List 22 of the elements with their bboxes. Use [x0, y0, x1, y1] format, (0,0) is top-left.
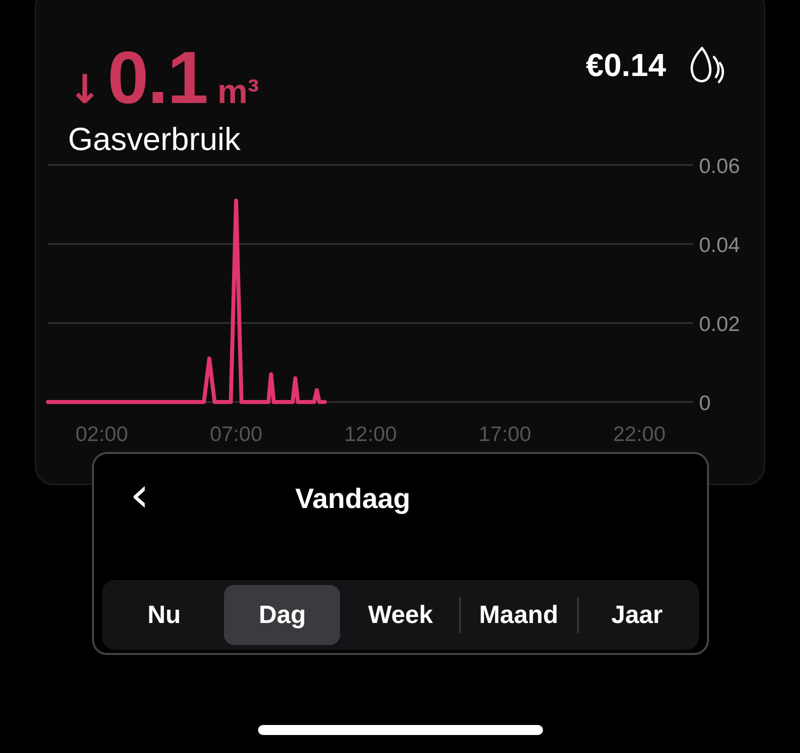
period-tab[interactable]: Nu [106, 585, 222, 645]
period-tab[interactable]: Week [342, 585, 459, 645]
axis-label: 0.04 [699, 234, 740, 257]
axis-label: 22:00 [612, 423, 666, 446]
axis-label: 12:00 [344, 423, 397, 446]
period-tab[interactable]: Dag [224, 585, 340, 645]
axis-label: 0 [699, 392, 711, 415]
period-tab[interactable]: Jaar [578, 585, 696, 645]
usage-unit: m³ [217, 75, 259, 109]
home-indicator[interactable] [258, 725, 543, 735]
trend-arrow: ↓ [68, 70, 102, 110]
axis-label: 0.02 [699, 313, 740, 336]
axis-label: 07:00 [210, 423, 262, 446]
back-button[interactable]: ‹ [124, 471, 156, 527]
cost-value: €0.14 [586, 46, 666, 84]
period-title: Vandaag [295, 483, 410, 515]
period-tab[interactable]: Maand [460, 585, 577, 645]
axis-label: 17:00 [478, 423, 532, 446]
usage-label: Gasverbruik [68, 121, 242, 158]
axis-label: 02:00 [75, 423, 128, 446]
axis-label: 0.06 [699, 155, 740, 178]
usage-value: 0.1 [108, 41, 208, 115]
